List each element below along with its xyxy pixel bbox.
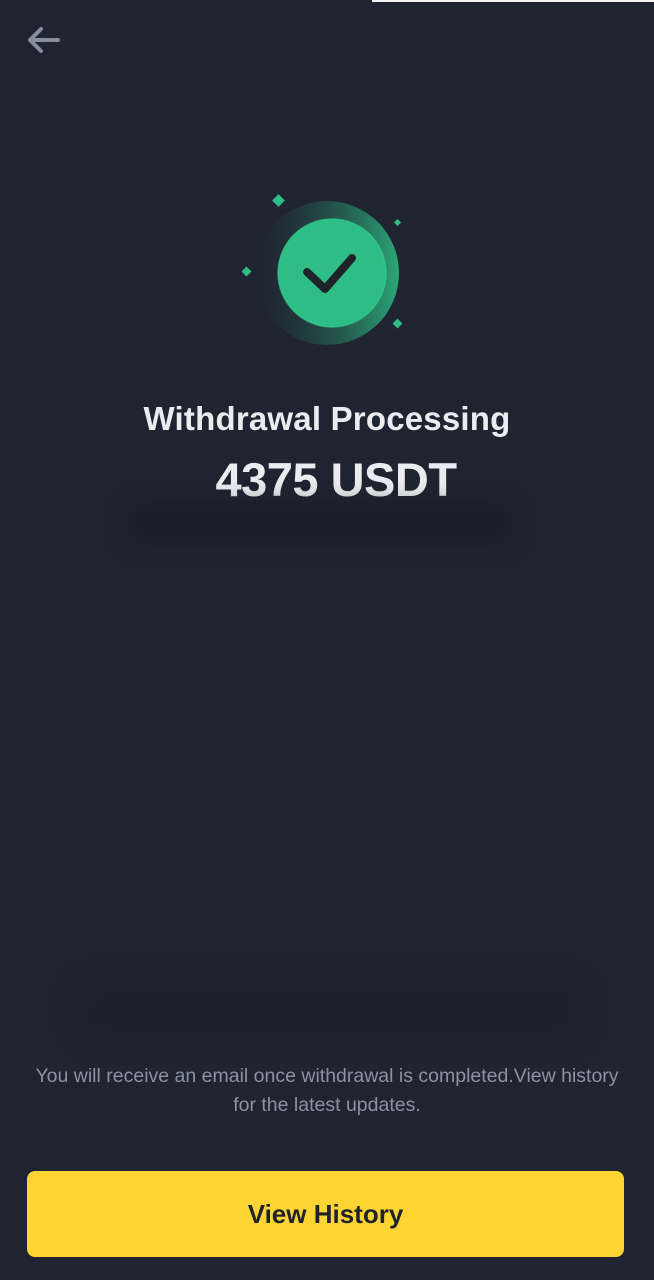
view-history-button[interactable]: View History [27,1171,624,1257]
status-title: Withdrawal Processing [143,400,511,437]
arrow-left-icon [28,27,60,53]
blurred-region [80,985,580,1035]
sparkle-icon [241,266,252,277]
sparkle-icon [272,194,285,207]
withdrawal-amount: 4375 USDT [215,453,457,506]
info-notice: You will receive an email once withdrawa… [35,1065,619,1116]
sparkle-icon [392,318,403,329]
status-bar-strip [372,0,654,2]
sparkle-icon [393,218,402,227]
back-button[interactable] [20,20,66,60]
blurred-region [128,500,512,546]
success-graphic [232,188,422,358]
